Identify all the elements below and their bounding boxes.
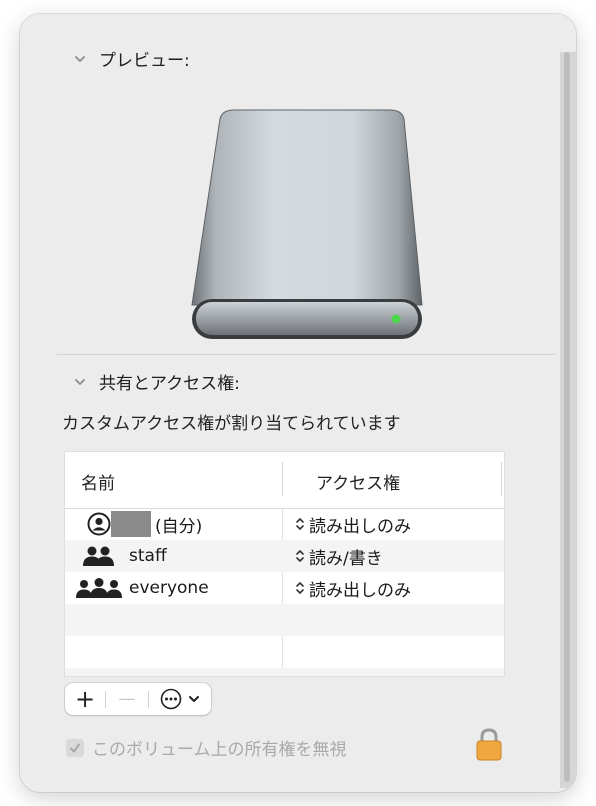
- sharing-section-header[interactable]: 共有とアクセス権:: [73, 369, 240, 394]
- table-header: 名前 アクセス権: [65, 452, 504, 509]
- user-cell: (自分): [87, 508, 202, 540]
- user-circle-icon: [87, 512, 111, 536]
- ellipsis-circle-icon: [160, 688, 182, 710]
- lock-icon[interactable]: [474, 727, 504, 761]
- ignore-ownership-checkbox[interactable]: [66, 738, 84, 757]
- chevron-down-icon[interactable]: [73, 375, 87, 389]
- empty-row: [65, 636, 504, 668]
- table-row[interactable]: staff 読み/書き: [65, 540, 504, 572]
- checkmark-icon: [70, 743, 80, 752]
- user-cell: staff: [81, 540, 167, 572]
- permissions-toolbar: + —: [65, 683, 211, 715]
- ignore-ownership-label: このボリューム上の所有権を無視: [92, 740, 347, 760]
- updown-chevron-icon: [296, 518, 304, 530]
- sharing-header-label: 共有とアクセス権:: [99, 374, 240, 394]
- section-divider: [57, 354, 555, 355]
- permissions-status-text: カスタムアクセス権が割り当てられています: [62, 414, 401, 434]
- ignore-ownership-row: このボリューム上の所有権を無視: [66, 735, 347, 760]
- user-name: everyone: [129, 578, 209, 598]
- info-window: プレビュー: 共有とアクセス権: カスタムアクセス権が割り当てられています 名前…: [20, 14, 576, 792]
- column-header-name[interactable]: 名前: [81, 469, 115, 494]
- add-user-button[interactable]: +: [65, 683, 105, 715]
- two-users-icon: [83, 546, 114, 566]
- preview-header-label: プレビュー:: [99, 51, 190, 71]
- access-value: 読み/書き: [309, 548, 383, 569]
- access-popup[interactable]: 読み出しのみ: [295, 508, 411, 540]
- access-popup[interactable]: 読み出しのみ: [295, 572, 411, 604]
- scroll-thumb[interactable]: [564, 52, 570, 782]
- user-name: staff: [129, 546, 167, 566]
- updown-chevron-icon: [296, 550, 304, 562]
- access-value: 読み出しのみ: [309, 516, 411, 537]
- table-row[interactable]: everyone 読み出しのみ: [65, 572, 504, 604]
- external-drive-icon: [191, 109, 423, 339]
- column-header-access[interactable]: アクセス権: [316, 469, 400, 494]
- empty-row: [65, 668, 504, 676]
- action-menu-button[interactable]: [149, 683, 211, 715]
- empty-row: [65, 604, 504, 636]
- updown-chevron-icon: [296, 582, 304, 594]
- chevron-down-icon[interactable]: [73, 52, 87, 66]
- preview-section-header[interactable]: プレビュー:: [73, 46, 190, 71]
- user-name: (自分): [155, 516, 203, 537]
- access-value: 読み出しのみ: [309, 580, 411, 601]
- access-popup[interactable]: 読み/書き: [295, 540, 383, 572]
- column-separator: [501, 462, 502, 496]
- table-row[interactable]: (自分) 読み出しのみ: [65, 508, 504, 540]
- remove-user-button[interactable]: —: [106, 683, 148, 715]
- column-separator: [282, 462, 283, 496]
- group-users-icon: [76, 578, 122, 598]
- permissions-table: 名前 アクセス権 (自分) 読み出しのみ staff 読み/書き everyon…: [64, 451, 505, 677]
- redacted-user-name: [111, 511, 151, 537]
- scrollbar[interactable]: [560, 52, 576, 788]
- user-cell: everyone: [75, 572, 209, 604]
- chevron-down-icon: [189, 696, 199, 702]
